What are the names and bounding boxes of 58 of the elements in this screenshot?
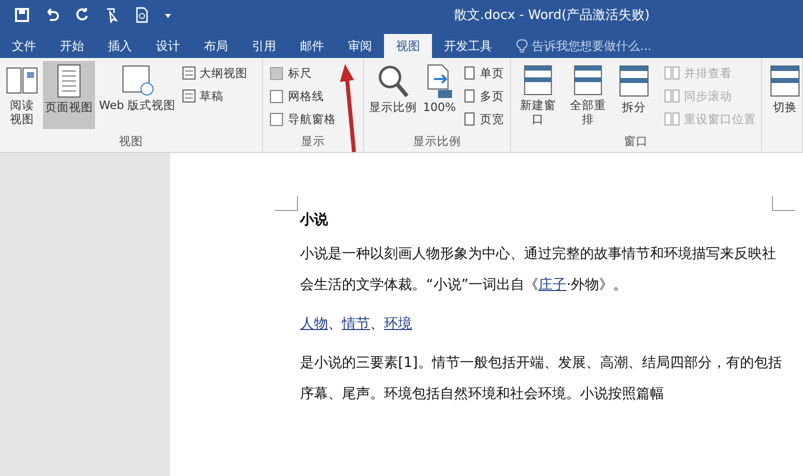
heading: 小说: [300, 211, 329, 229]
zoom-button[interactable]: 显示比例: [367, 61, 419, 129]
ribbon-tab[interactable]: 审阅: [336, 34, 384, 58]
paragraph: 是小说的三要素[1]。情节一般包括开端、发展、高潮、结局四部分，有的包括序幕、尾声。环境包括自然环境和社会环境。小说按照篇幅: [300, 354, 782, 404]
view-button[interactable]: 阅读视图: [3, 61, 41, 129]
ribbon-tab[interactable]: 引用: [240, 34, 288, 58]
zoom-button[interactable]: 页宽: [460, 109, 506, 129]
ribbon-tab[interactable]: 布局: [192, 34, 240, 58]
margin-mark: [772, 196, 795, 211]
ruler-checkbox[interactable]: 导航窗格: [270, 109, 336, 129]
touch-mode-icon: [104, 7, 120, 23]
dropdown-icon: [164, 11, 172, 19]
view-button[interactable]: Web 版式视图: [97, 61, 178, 129]
link[interactable]: 人物: [300, 316, 328, 332]
page-icon: [462, 112, 476, 126]
lightbulb-icon: [516, 39, 528, 53]
group-label: 显示: [300, 134, 326, 150]
redo-icon: [74, 7, 90, 23]
outline-icon: [182, 66, 196, 80]
save-icon: [14, 7, 30, 23]
view-button[interactable]: 页面视图: [43, 61, 95, 129]
ribbon-tab[interactable]: 开发工具: [432, 34, 504, 58]
ribbon-tab[interactable]: 设计: [144, 34, 192, 58]
window-button[interactable]: 拆分: [614, 61, 654, 129]
paragraph: 人物、情节、环境: [300, 315, 413, 334]
two-pages-icon: [664, 66, 680, 80]
group-label: 显示比例: [412, 134, 462, 150]
zoom-button[interactable]: 100%: [421, 61, 458, 129]
zoom-button[interactable]: 单页: [460, 63, 506, 83]
link[interactable]: 情节: [342, 316, 370, 332]
ribbon-tab[interactable]: 插入: [96, 34, 144, 58]
two-pages-icon: [664, 112, 680, 126]
link[interactable]: 环境: [384, 316, 412, 332]
ribbon-tab[interactable]: 文件: [0, 34, 48, 58]
zoom-button[interactable]: 多页: [460, 86, 506, 106]
margin-mark: [275, 196, 298, 211]
ruler-checkbox[interactable]: 标尺: [270, 63, 336, 83]
ribbon-tab[interactable]: 视图: [384, 34, 432, 58]
page-icon: [462, 66, 476, 80]
group-label: 窗口: [623, 134, 649, 150]
outline-icon: [182, 89, 196, 103]
print-preview-icon: [134, 7, 150, 23]
window-button[interactable]: 全部重排: [564, 61, 612, 129]
two-pages-icon: [664, 89, 680, 103]
page-icon: [462, 89, 476, 103]
ribbon-tab[interactable]: 邮件: [288, 34, 336, 58]
magnifier-icon: [376, 63, 410, 99]
ruler-checkbox[interactable]: 网格线: [270, 86, 336, 106]
view-button[interactable]: 大纲视图: [180, 63, 250, 83]
ribbon-tab[interactable]: 开始: [48, 34, 96, 58]
group-label: 视图: [118, 134, 144, 150]
paragraph: 小说是一种以刻画人物形象为中心、通过完整的故事情节和环境描写来反映社会生活的文学体裁。“小说”一词出自《庄子·外物》。: [300, 245, 777, 295]
switch-window-button[interactable]: 切换: [765, 61, 803, 129]
window-title: 散文.docx - Word(产品激活失败): [454, 7, 650, 24]
link[interactable]: 庄子: [538, 277, 567, 293]
tell-me-field[interactable]: 告诉我您想要做什么...: [516, 34, 652, 58]
view-button[interactable]: 草稿: [180, 86, 250, 106]
window-button[interactable]: 新建窗口: [514, 61, 562, 129]
